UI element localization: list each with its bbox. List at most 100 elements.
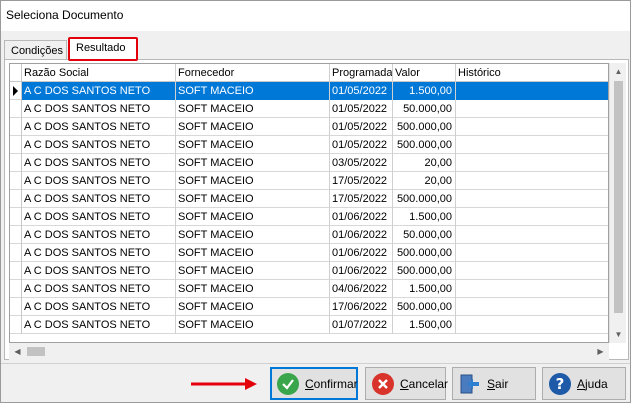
- table-row[interactable]: A C DOS SANTOS NETO SOFT MACEIO 01/06/2022…: [10, 262, 608, 280]
- row-indicator[interactable]: [10, 190, 22, 208]
- cell-razao-social[interactable]: A C DOS SANTOS NETO: [22, 100, 176, 118]
- cell-razao-social[interactable]: A C DOS SANTOS NETO: [22, 136, 176, 154]
- cell-fornecedor[interactable]: SOFT MACEIO: [176, 262, 330, 280]
- cell-fornecedor[interactable]: SOFT MACEIO: [176, 190, 330, 208]
- cell-historico[interactable]: [456, 100, 608, 118]
- title-bar[interactable]: Seleciona Documento: [1, 1, 630, 31]
- scroll-down-icon[interactable]: ▼: [610, 326, 627, 343]
- cell-fornecedor[interactable]: SOFT MACEIO: [176, 82, 330, 100]
- exit-button[interactable]: Sair: [452, 367, 536, 400]
- row-indicator[interactable]: [10, 82, 22, 100]
- row-indicator[interactable]: [10, 316, 22, 334]
- table-row[interactable]: A C DOS SANTOS NETO SOFT MACEIO 17/06/2022…: [10, 298, 608, 316]
- table-row[interactable]: A C DOS SANTOS NETO SOFT MACEIO 01/06/2022…: [10, 226, 608, 244]
- cell-razao-social[interactable]: A C DOS SANTOS NETO: [22, 190, 176, 208]
- cell-programada[interactable]: 01/06/2022: [330, 262, 393, 280]
- cell-valor[interactable]: 500.000,00: [393, 262, 456, 280]
- column-header-valor[interactable]: Valor: [393, 64, 456, 82]
- column-header-fornecedor[interactable]: Fornecedor: [176, 64, 330, 82]
- confirm-button[interactable]: Confirmar: [270, 367, 358, 400]
- cell-historico[interactable]: [456, 244, 608, 262]
- column-header-historico[interactable]: Histórico: [456, 64, 608, 82]
- cell-historico[interactable]: [456, 262, 608, 280]
- cell-razao-social[interactable]: A C DOS SANTOS NETO: [22, 154, 176, 172]
- cell-fornecedor[interactable]: SOFT MACEIO: [176, 136, 330, 154]
- cell-programada[interactable]: 01/06/2022: [330, 244, 393, 262]
- cell-valor[interactable]: 500.000,00: [393, 136, 456, 154]
- cell-historico[interactable]: [456, 226, 608, 244]
- table-row[interactable]: A C DOS SANTOS NETO SOFT MACEIO 01/07/2022…: [10, 316, 608, 334]
- table-row[interactable]: A C DOS SANTOS NETO SOFT MACEIO 01/05/2022…: [10, 136, 608, 154]
- cell-razao-social[interactable]: A C DOS SANTOS NETO: [22, 316, 176, 334]
- row-indicator[interactable]: [10, 208, 22, 226]
- cell-programada[interactable]: 01/06/2022: [330, 208, 393, 226]
- table-row[interactable]: A C DOS SANTOS NETO SOFT MACEIO 01/05/2022…: [10, 82, 608, 100]
- cell-razao-social[interactable]: A C DOS SANTOS NETO: [22, 298, 176, 316]
- cell-historico[interactable]: [456, 82, 608, 100]
- vertical-scroll-thumb[interactable]: [614, 81, 623, 313]
- cell-razao-social[interactable]: A C DOS SANTOS NETO: [22, 208, 176, 226]
- cell-fornecedor[interactable]: SOFT MACEIO: [176, 280, 330, 298]
- table-row[interactable]: A C DOS SANTOS NETO SOFT MACEIO 01/06/2022…: [10, 208, 608, 226]
- table-row[interactable]: A C DOS SANTOS NETO SOFT MACEIO 03/05/2022…: [10, 154, 608, 172]
- row-indicator[interactable]: [10, 172, 22, 190]
- row-indicator[interactable]: [10, 262, 22, 280]
- cell-programada[interactable]: 01/05/2022: [330, 118, 393, 136]
- cell-razao-social[interactable]: A C DOS SANTOS NETO: [22, 244, 176, 262]
- table-row[interactable]: A C DOS SANTOS NETO SOFT MACEIO 01/05/2022…: [10, 100, 608, 118]
- row-indicator[interactable]: [10, 100, 22, 118]
- cell-historico[interactable]: [456, 136, 608, 154]
- row-indicator[interactable]: [10, 154, 22, 172]
- cell-programada[interactable]: 01/05/2022: [330, 82, 393, 100]
- cell-razao-social[interactable]: A C DOS SANTOS NETO: [22, 262, 176, 280]
- cell-valor[interactable]: 50.000,00: [393, 226, 456, 244]
- cell-programada[interactable]: 01/07/2022: [330, 316, 393, 334]
- cell-valor[interactable]: 1.500,00: [393, 82, 456, 100]
- table-row[interactable]: A C DOS SANTOS NETO SOFT MACEIO 01/05/2022…: [10, 118, 608, 136]
- cell-fornecedor[interactable]: SOFT MACEIO: [176, 298, 330, 316]
- cell-razao-social[interactable]: A C DOS SANTOS NETO: [22, 226, 176, 244]
- cell-historico[interactable]: [456, 172, 608, 190]
- row-indicator[interactable]: [10, 298, 22, 316]
- row-indicator[interactable]: [10, 280, 22, 298]
- cell-historico[interactable]: [456, 208, 608, 226]
- cell-valor[interactable]: 1.500,00: [393, 208, 456, 226]
- scroll-right-icon[interactable]: ▶: [592, 343, 609, 360]
- row-indicator[interactable]: [10, 226, 22, 244]
- cell-fornecedor[interactable]: SOFT MACEIO: [176, 316, 330, 334]
- cell-programada[interactable]: 01/06/2022: [330, 226, 393, 244]
- row-indicator[interactable]: [10, 118, 22, 136]
- cell-programada[interactable]: 17/06/2022: [330, 298, 393, 316]
- cancel-button[interactable]: Cancelar: [365, 367, 448, 400]
- help-button[interactable]: ? Ajuda: [542, 367, 626, 400]
- cell-valor[interactable]: 1.500,00: [393, 280, 456, 298]
- results-grid[interactable]: Razão Social Fornecedor Programada Valor…: [9, 63, 609, 343]
- cell-razao-social[interactable]: A C DOS SANTOS NETO: [22, 172, 176, 190]
- cell-fornecedor[interactable]: SOFT MACEIO: [176, 226, 330, 244]
- table-row[interactable]: A C DOS SANTOS NETO SOFT MACEIO 04/06/2022…: [10, 280, 608, 298]
- cell-fornecedor[interactable]: SOFT MACEIO: [176, 172, 330, 190]
- row-indicator[interactable]: [10, 136, 22, 154]
- scroll-up-icon[interactable]: ▲: [610, 63, 627, 80]
- cell-valor[interactable]: 500.000,00: [393, 244, 456, 262]
- cell-valor[interactable]: 20,00: [393, 154, 456, 172]
- vertical-scrollbar[interactable]: ▲ ▼: [609, 63, 626, 343]
- cell-historico[interactable]: [456, 316, 608, 334]
- cell-valor[interactable]: 50.000,00: [393, 100, 456, 118]
- scroll-left-icon[interactable]: ◀: [9, 343, 26, 360]
- tab-resultado[interactable]: Resultado: [68, 37, 138, 61]
- cell-programada[interactable]: 01/05/2022: [330, 136, 393, 154]
- horizontal-scroll-thumb[interactable]: [27, 347, 45, 356]
- cell-razao-social[interactable]: A C DOS SANTOS NETO: [22, 82, 176, 100]
- cell-historico[interactable]: [456, 154, 608, 172]
- column-header-programada[interactable]: Programada: [330, 64, 393, 82]
- cell-fornecedor[interactable]: SOFT MACEIO: [176, 208, 330, 226]
- cell-fornecedor[interactable]: SOFT MACEIO: [176, 118, 330, 136]
- cell-valor[interactable]: 20,00: [393, 172, 456, 190]
- row-indicator[interactable]: [10, 244, 22, 262]
- column-header-razao-social[interactable]: Razão Social: [22, 64, 176, 82]
- cell-programada[interactable]: 04/06/2022: [330, 280, 393, 298]
- horizontal-scrollbar[interactable]: ◀ ▶: [9, 343, 609, 360]
- cell-programada[interactable]: 03/05/2022: [330, 154, 393, 172]
- cell-historico[interactable]: [456, 298, 608, 316]
